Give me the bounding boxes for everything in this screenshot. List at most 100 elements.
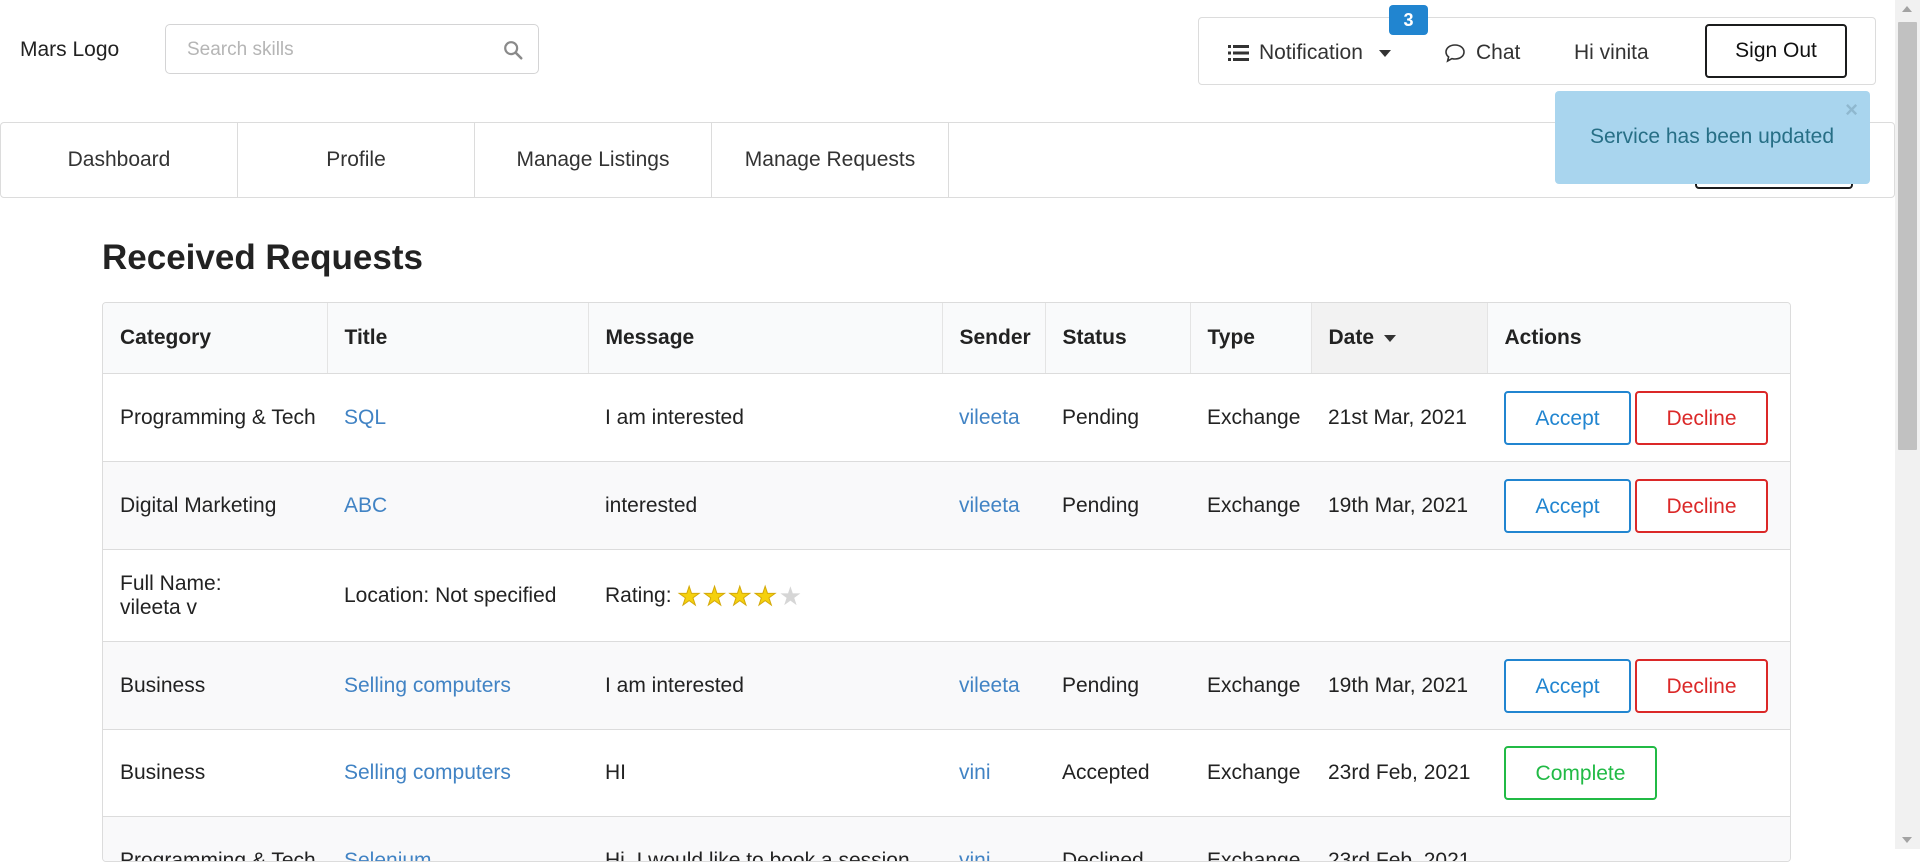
logo[interactable]: Mars Logo <box>20 38 119 62</box>
column-header-message[interactable]: Message <box>588 303 942 374</box>
table-row: Programming & Tech SQL I am interested v… <box>103 374 1790 462</box>
column-header-date-label: Date <box>1329 326 1375 349</box>
cell-actions <box>1487 817 1790 862</box>
cell-type: Exchange <box>1190 374 1311 462</box>
column-header-type[interactable]: Type <box>1190 303 1311 374</box>
cell-status: Accepted <box>1045 730 1190 817</box>
rating-stars: ★★★★★ <box>678 583 805 609</box>
cell-category: Business <box>103 642 327 730</box>
toast-notification: × Service has been updated <box>1555 91 1870 184</box>
cell-type: Exchange <box>1190 730 1311 817</box>
cell-status: Pending <box>1045 642 1190 730</box>
tab-profile[interactable]: Profile <box>238 123 475 197</box>
cell-sender-link[interactable]: vini <box>959 849 991 862</box>
cell-title-link[interactable]: ABC <box>344 494 387 517</box>
cell-category: Programming & Tech <box>103 817 327 862</box>
cell-date: 19th Mar, 2021 <box>1311 462 1487 550</box>
accept-button[interactable]: Accept <box>1504 479 1631 533</box>
chevron-down-icon <box>1379 50 1391 57</box>
cell-message: interested <box>588 462 942 550</box>
sort-descending-icon <box>1384 335 1396 342</box>
toast-message: Service has been updated <box>1590 125 1834 149</box>
cell-status: Pending <box>1045 374 1190 462</box>
cell-category: Programming & Tech <box>103 374 327 462</box>
cell-date: 23rd Feb, 2021 <box>1311 730 1487 817</box>
cell-type: Exchange <box>1190 462 1311 550</box>
table-header-row: Category Title Message Sender Status Typ… <box>103 303 1790 374</box>
cell-sender-link[interactable]: vini <box>959 761 991 784</box>
star-filled-icon: ★ <box>703 583 726 609</box>
cell-title-link[interactable]: Selenium <box>344 849 432 862</box>
cell-date: 23rd Feb, 2021 <box>1311 817 1487 862</box>
cell-category: Business <box>103 730 327 817</box>
column-header-sender[interactable]: Sender <box>942 303 1045 374</box>
search-box[interactable] <box>165 24 539 74</box>
column-header-date[interactable]: Date <box>1311 303 1487 374</box>
page-title: Received Requests <box>102 238 423 278</box>
rating: Rating: ★★★★★ <box>605 583 1790 609</box>
column-header-category[interactable]: Category <box>103 303 327 374</box>
accept-button[interactable]: Accept <box>1504 659 1631 713</box>
table-row: Business Selling computers I am interest… <box>103 642 1790 730</box>
cell-date: 19th Mar, 2021 <box>1311 642 1487 730</box>
column-header-actions: Actions <box>1487 303 1790 374</box>
full-name-value: vileeta v <box>120 596 197 619</box>
search-icon[interactable] <box>502 39 524 61</box>
chat-label: Chat <box>1476 41 1520 65</box>
cell-title-link[interactable]: Selling computers <box>344 674 511 697</box>
decline-button[interactable]: Decline <box>1635 391 1768 445</box>
cell-category: Digital Marketing <box>103 462 327 550</box>
cell-title-link[interactable]: SQL <box>344 406 386 429</box>
cell-title-link[interactable]: Selling computers <box>344 761 511 784</box>
star-filled-icon: ★ <box>753 583 776 609</box>
table-row: Programming & Tech Selenium Hi, I would … <box>103 817 1790 862</box>
requests-table: Category Title Message Sender Status Typ… <box>102 302 1791 862</box>
cell-status: Pending <box>1045 462 1190 550</box>
full-name-cell: Full Name:vileeta v <box>103 550 327 642</box>
vertical-scrollbar[interactable] <box>1895 0 1920 849</box>
tab-dashboard[interactable]: Dashboard <box>1 123 238 197</box>
star-filled-icon: ★ <box>728 583 751 609</box>
chat-bubble-icon <box>1444 43 1466 63</box>
top-menu: Notification 3 Chat Hi vinita Sign Out <box>1198 17 1876 85</box>
scrollbar-thumb[interactable] <box>1898 22 1917 450</box>
rating-label: Rating: <box>605 584 672 608</box>
decline-button[interactable]: Decline <box>1635 479 1768 533</box>
scroll-down-arrow-icon[interactable] <box>1902 837 1912 843</box>
cell-sender-link[interactable]: vileeta <box>959 674 1020 697</box>
location-cell: Location: Not specified <box>327 550 588 642</box>
table-row: Business Selling computers HI vini Accep… <box>103 730 1790 817</box>
cell-message: HI <box>588 730 942 817</box>
accept-button[interactable]: Accept <box>1504 391 1631 445</box>
scroll-up-arrow-icon[interactable] <box>1902 6 1912 12</box>
star-empty-icon: ★ <box>779 583 802 609</box>
cell-date: 21st Mar, 2021 <box>1311 374 1487 462</box>
sender-detail-row: Full Name:vileeta v Location: Not specif… <box>103 550 1790 642</box>
search-input[interactable] <box>185 37 489 63</box>
chat-link[interactable]: Chat <box>1444 41 1520 65</box>
notification-count-badge: 3 <box>1389 5 1428 35</box>
notification-dropdown[interactable]: Notification <box>1228 41 1391 65</box>
notification-label: Notification <box>1259 41 1363 65</box>
cell-message: I am interested <box>588 374 942 462</box>
cell-message: Hi, I would like to book a session <box>588 817 942 862</box>
list-icon <box>1228 44 1249 62</box>
cell-sender-link[interactable]: vileeta <box>959 494 1020 517</box>
column-header-title[interactable]: Title <box>327 303 588 374</box>
cell-message: I am interested <box>588 642 942 730</box>
decline-button[interactable]: Decline <box>1635 659 1768 713</box>
tab-manage-listings[interactable]: Manage Listings <box>475 123 712 197</box>
cell-status: Declined <box>1045 817 1190 862</box>
complete-button[interactable]: Complete <box>1504 746 1657 800</box>
cell-type: Exchange <box>1190 817 1311 862</box>
full-name-label: Full Name: <box>120 572 222 595</box>
close-icon[interactable]: × <box>1845 97 1858 123</box>
column-header-status[interactable]: Status <box>1045 303 1190 374</box>
cell-sender-link[interactable]: vileeta <box>959 406 1020 429</box>
cell-type: Exchange <box>1190 642 1311 730</box>
sign-out-button[interactable]: Sign Out <box>1705 24 1847 78</box>
user-greeting[interactable]: Hi vinita <box>1574 41 1649 65</box>
table-row: Digital Marketing ABC interested vileeta… <box>103 462 1790 550</box>
tab-manage-requests[interactable]: Manage Requests <box>712 123 949 197</box>
star-filled-icon: ★ <box>678 583 701 609</box>
